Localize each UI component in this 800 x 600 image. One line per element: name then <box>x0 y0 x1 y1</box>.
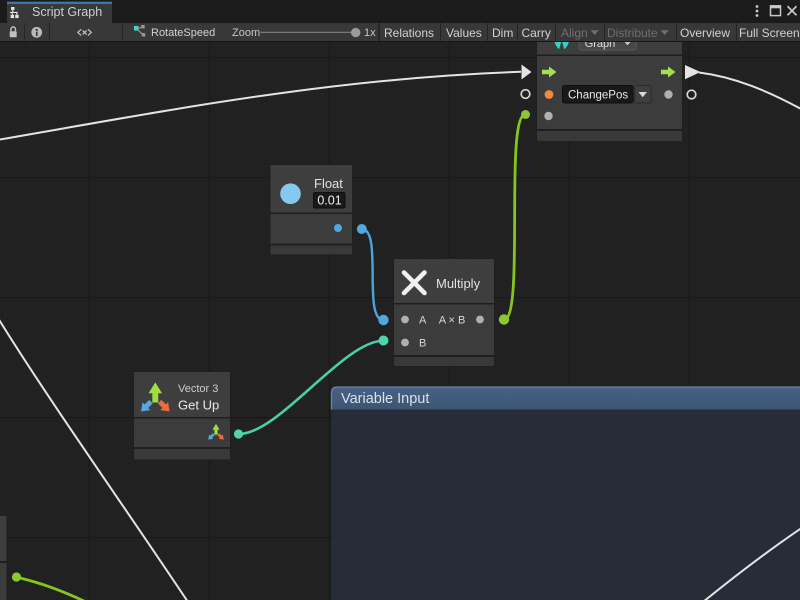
svg-text:0.01: 0.01 <box>317 194 341 208</box>
svg-text:Graph: Graph <box>585 42 616 50</box>
svg-text:Vector 3: Vector 3 <box>178 383 218 395</box>
svg-text:Multiply: Multiply <box>436 276 481 291</box>
svg-text:Variable Input: Variable Input <box>341 391 429 407</box>
svg-text:B: B <box>419 338 426 350</box>
svg-text:A: A <box>419 315 427 327</box>
svg-text:Float: Float <box>314 176 343 191</box>
svg-text:Get Up: Get Up <box>178 398 219 413</box>
svg-text:ChangePos: ChangePos <box>568 90 628 102</box>
svg-text:A × B: A × B <box>439 315 466 327</box>
